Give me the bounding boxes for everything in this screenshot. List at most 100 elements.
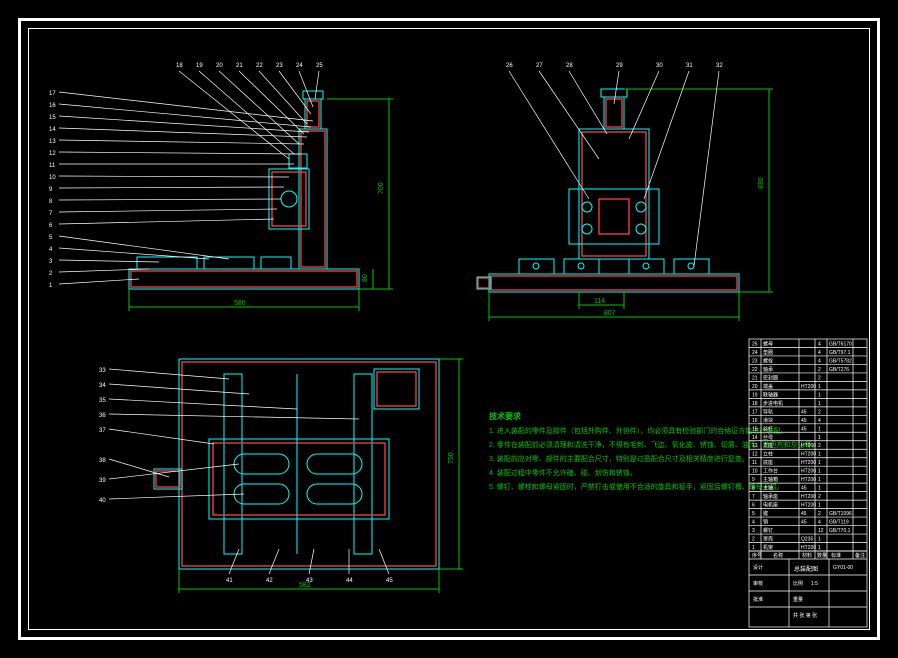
bom-cell: 6 bbox=[752, 503, 755, 509]
dim-top-height: 750 bbox=[448, 452, 455, 464]
bom-cell: 工作台 bbox=[763, 468, 778, 475]
bom-cell: GB/T6170 bbox=[829, 341, 852, 347]
callout: 8 bbox=[49, 199, 53, 205]
tb-lbl: 重量 bbox=[793, 596, 803, 603]
bom-cell: 4 bbox=[818, 520, 821, 526]
front-leader-fan-top bbox=[179, 71, 319, 159]
callout: 15 bbox=[49, 115, 56, 121]
callout: 21 bbox=[236, 63, 243, 69]
side-leader-fan bbox=[509, 71, 719, 266]
cad-drawing-frame: 580 700 80 bbox=[0, 0, 898, 658]
top-leader-left bbox=[109, 369, 359, 499]
drawing-sheet: 580 700 80 bbox=[29, 29, 869, 629]
callout: 2 bbox=[49, 271, 53, 277]
bom-cell: 24 bbox=[752, 350, 758, 356]
bom-cell: 机架 bbox=[763, 544, 773, 551]
bom-cell: 7 bbox=[752, 494, 755, 500]
bom-cell: GB/T1096 bbox=[829, 511, 852, 517]
bom-cell: 19 bbox=[752, 392, 758, 398]
title-main: 总装配图 GY01-00 设计 审核 批准 比例 1:5 重量 共 张 第 张 bbox=[749, 559, 867, 627]
bom-cell: 1 bbox=[818, 503, 821, 509]
bom-cell: HT200 bbox=[801, 384, 816, 390]
callout: 37 bbox=[99, 428, 106, 434]
dim-side-slot: 114 bbox=[594, 298, 605, 305]
bom-cell: 8 bbox=[752, 486, 755, 492]
callout: 34 bbox=[99, 383, 106, 389]
tb-lbl: 批准 bbox=[753, 596, 763, 603]
callout: 40 bbox=[99, 498, 106, 504]
bom-cell: 1 bbox=[752, 545, 755, 551]
bom-cell: 1 bbox=[818, 537, 821, 543]
dim-side-width: 807 bbox=[604, 310, 616, 317]
bom-cell: 4 bbox=[752, 520, 755, 526]
bom-hdr: 标准 bbox=[831, 552, 841, 559]
bom-hdr: 备注 bbox=[855, 552, 865, 559]
note-line: 3. 装配前应对零、部件的主要配合尺寸，特别是过盈配合尺寸及相关精度进行复查。 bbox=[489, 454, 749, 463]
callout: 14 bbox=[49, 127, 56, 133]
bom-cell: 主轴箱 bbox=[763, 476, 778, 483]
callout: 31 bbox=[686, 63, 693, 69]
bom-cell: 2 bbox=[818, 367, 821, 373]
callout: 38 bbox=[99, 458, 106, 464]
bom-cell: 键 bbox=[763, 510, 768, 517]
bom-cell: 4 bbox=[818, 418, 821, 424]
note-line: 4. 装配过程中零件不允许磕、碰、划伤和锈蚀。 bbox=[489, 468, 637, 477]
bom-cell: 10 bbox=[752, 469, 758, 475]
callout: 11 bbox=[49, 163, 56, 169]
bom-cell: HT200 bbox=[801, 469, 816, 475]
callout: 4 bbox=[49, 247, 53, 253]
bom-cell: 4 bbox=[818, 350, 821, 356]
bom-cell: 11 bbox=[752, 460, 757, 466]
bom-cell: 15 bbox=[752, 426, 758, 432]
bom-cell: HT200 bbox=[801, 477, 816, 483]
callout: 45 bbox=[386, 578, 393, 584]
bom-hdr: 名称 bbox=[773, 552, 783, 559]
bom-cell: 垫圈 bbox=[763, 349, 773, 356]
callout: 28 bbox=[566, 63, 573, 69]
bom-cell: 45 bbox=[801, 486, 807, 492]
tb-lbl: 设计 bbox=[753, 564, 763, 571]
callout: 41 bbox=[226, 578, 233, 584]
tb-title: 总装配图 bbox=[794, 565, 818, 573]
bom-cell: GB/T5782 bbox=[829, 358, 852, 364]
bom-cell: 丝杠 bbox=[763, 425, 773, 432]
bom-cell: 端盖 bbox=[763, 383, 773, 390]
callout: 23 bbox=[276, 63, 283, 69]
callout: 16 bbox=[49, 103, 56, 109]
bom-cell: 4 bbox=[818, 358, 821, 364]
dim-front-base: 80 bbox=[362, 274, 369, 282]
bom-cell: 23 bbox=[752, 358, 758, 364]
bom-cell: HT200 bbox=[801, 494, 816, 500]
notes-title: 技术要求 bbox=[489, 411, 522, 421]
callout: 22 bbox=[256, 63, 263, 69]
bom-cell: 12 bbox=[818, 528, 824, 534]
bom-cell: 45 bbox=[801, 520, 807, 526]
callout: 33 bbox=[99, 368, 106, 374]
bom-cell: GB/T97.1 bbox=[829, 350, 851, 356]
bom-cell: 1 bbox=[818, 401, 821, 407]
bom-cell: 2 bbox=[818, 511, 821, 517]
drawing-svg: 580 700 80 bbox=[29, 29, 869, 629]
bom-cell: 1 bbox=[818, 486, 821, 492]
bom-cell: GB/T276 bbox=[829, 367, 849, 373]
bom-cell: 滑块 bbox=[763, 417, 773, 424]
callout: 13 bbox=[49, 139, 56, 145]
note-line: 1. 进入装配的零件及部件（包括外购件、外协件），均必须具有检验部门的合格证方能… bbox=[489, 426, 787, 435]
callout: 30 bbox=[656, 63, 663, 69]
callout: 12 bbox=[49, 151, 56, 157]
bom-cell: 21 bbox=[752, 375, 758, 381]
bom-cell: 主轴 bbox=[763, 485, 773, 492]
bom-cell: 25 bbox=[752, 341, 758, 347]
bom-cell: 电机座 bbox=[763, 502, 778, 509]
bom-cell: 立柱 bbox=[763, 451, 773, 458]
front-leader-fan-left bbox=[59, 92, 313, 284]
side-view: 807 114 830 bbox=[477, 63, 773, 321]
bom-cell: 销 bbox=[763, 519, 768, 526]
bom-cell: HT200 bbox=[801, 460, 816, 466]
bom-cell: HT200 bbox=[801, 503, 816, 509]
bom-cell: 1 bbox=[818, 452, 821, 458]
bom-cell: 13 bbox=[752, 443, 758, 449]
callout: 32 bbox=[716, 63, 723, 69]
dim-side-height: 830 bbox=[758, 177, 765, 189]
callout: 27 bbox=[536, 63, 543, 69]
